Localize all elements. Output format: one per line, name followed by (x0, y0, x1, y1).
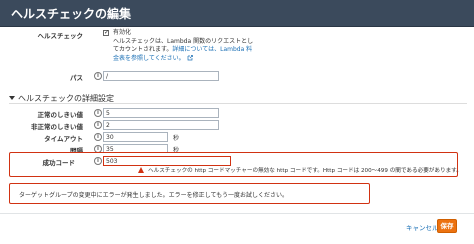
success-codes-info-icon[interactable]: i (94, 157, 102, 165)
lambda-pricing-link-text[interactable]: 金表を参照してください。 (113, 55, 185, 62)
timeout-input[interactable]: 30 (103, 132, 168, 142)
modal-title: ヘルスチェックの編集 (11, 7, 132, 21)
enable-label: 有効化 (113, 29, 132, 36)
success-codes-label: 成功コード (42, 159, 76, 167)
footer-divider (0, 213, 474, 214)
success-codes-input[interactable]: 503 (103, 156, 231, 166)
health-check-description-2: てカウントされます。詳細については、Lambda 料 (113, 46, 252, 55)
external-link-icon (187, 54, 193, 62)
path-info-icon[interactable]: i (94, 72, 102, 80)
error-banner-message: ターゲットグループの変更中にエラーが発生しました。エラーを修正してもう一度お試し… (19, 192, 288, 199)
lambda-pricing-link-2[interactable]: 金表を参照してください。 (113, 55, 193, 64)
healthy-threshold-label: 正常のしきい値 (37, 111, 84, 119)
warning-icon (138, 167, 144, 173)
healthy-threshold-info-icon[interactable]: i (94, 109, 102, 117)
unhealthy-threshold-input[interactable]: 2 (103, 120, 219, 130)
save-button[interactable]: 保存 (437, 219, 457, 233)
collapse-triangle-icon (9, 96, 15, 100)
path-input[interactable]: / (103, 71, 219, 81)
cancel-button[interactable]: キャンセル (406, 222, 439, 232)
unhealthy-threshold-label: 非正常のしきい値 (31, 123, 83, 131)
health-check-description-1: ヘルスチェックは、Lambda 関数のリクエストとし (113, 37, 254, 45)
enable-health-check-checkbox[interactable]: ✓ (103, 30, 109, 36)
description-text: てカウントされます。 (113, 46, 173, 53)
section-divider (9, 103, 467, 104)
healthy-threshold-input[interactable]: 5 (103, 108, 219, 118)
lambda-pricing-link-1[interactable]: 詳細については、Lambda 料 (172, 46, 252, 53)
advanced-settings-title: ヘルスチェックの詳細設定 (18, 94, 114, 103)
success-codes-error-message: ヘルスチェックの http コードマッチャーの無効な http コードです。Ht… (148, 168, 462, 174)
modal-header: ヘルスチェックの編集 (0, 0, 474, 27)
timeout-unit: 秒 (173, 135, 180, 142)
path-label: パス (70, 74, 83, 82)
health-check-label: ヘルスチェック (37, 32, 84, 40)
timeout-info-icon[interactable]: i (94, 133, 102, 141)
unhealthy-threshold-info-icon[interactable]: i (94, 121, 102, 129)
timeout-label: タイムアウト (44, 135, 83, 143)
